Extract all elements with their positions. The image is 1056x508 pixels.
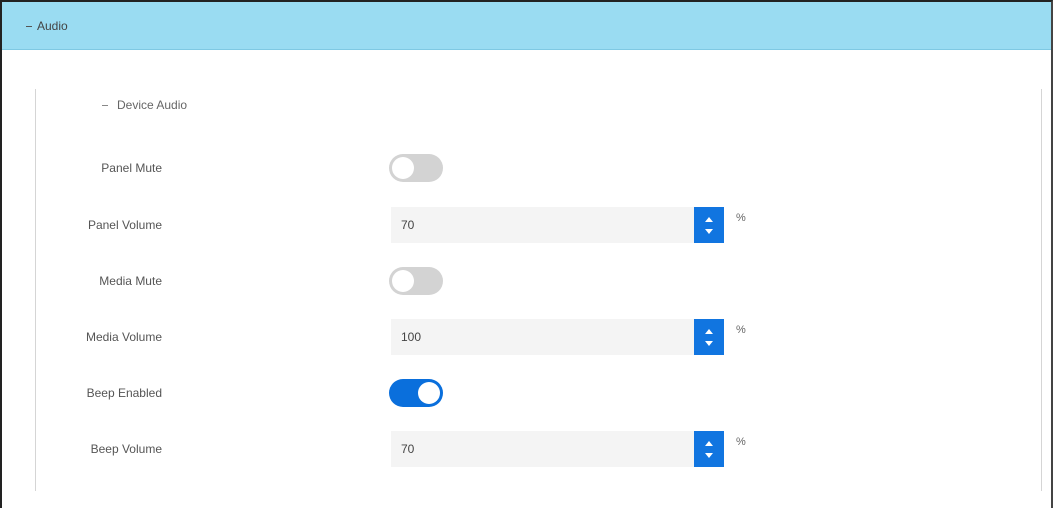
beep-volume-row: Beep Volume % (36, 431, 836, 467)
audio-panel-header: Audio (2, 2, 1051, 50)
beep-volume-label: Beep Volume (90, 442, 162, 456)
beep-enabled-row: Beep Enabled (36, 375, 836, 411)
audio-collapse-toggle[interactable]: Audio (26, 19, 68, 33)
panel-mute-toggle[interactable] (389, 154, 443, 182)
toggle-knob (418, 382, 440, 404)
media-mute-toggle[interactable] (389, 267, 443, 295)
media-volume-stepper[interactable] (694, 319, 724, 355)
panel-mute-row: Panel Mute (36, 150, 836, 186)
panel-volume-input[interactable] (391, 207, 694, 243)
panel-mute-label: Panel Mute (101, 161, 162, 175)
minus-icon (102, 104, 108, 106)
beep-volume-input[interactable] (391, 431, 694, 467)
media-volume-row: Media Volume % (36, 319, 836, 355)
device-audio-title: Device Audio (117, 98, 188, 112)
beep-volume-stepper[interactable] (694, 431, 724, 467)
beep-volume-unit: % (736, 436, 746, 448)
panel-volume-label: Panel Volume (87, 218, 162, 232)
media-mute-row: Media Mute (36, 263, 836, 299)
device-audio-collapse-toggle[interactable]: Device Audio (102, 98, 187, 112)
toggle-knob (392, 157, 414, 179)
arrow-down-icon[interactable] (705, 228, 713, 234)
arrow-up-icon[interactable] (705, 328, 713, 334)
media-volume-input[interactable] (391, 319, 694, 355)
media-volume-spinner (391, 319, 724, 355)
arrow-down-icon[interactable] (705, 452, 713, 458)
device-audio-section: Device Audio Panel Mute Panel Volume % M… (35, 89, 1042, 491)
arrow-down-icon[interactable] (705, 340, 713, 346)
media-volume-label: Media Volume (85, 330, 162, 344)
audio-panel-title: Audio (37, 19, 68, 33)
panel-volume-unit: % (736, 212, 746, 224)
beep-enabled-label: Beep Enabled (86, 386, 162, 400)
panel-volume-spinner (391, 207, 724, 243)
arrow-up-icon[interactable] (705, 216, 713, 222)
beep-volume-spinner (391, 431, 724, 467)
media-volume-unit: % (736, 324, 746, 336)
panel-volume-stepper[interactable] (694, 207, 724, 243)
arrow-up-icon[interactable] (705, 440, 713, 446)
media-mute-label: Media Mute (99, 274, 162, 288)
minus-icon (26, 25, 32, 27)
beep-enabled-toggle[interactable] (389, 379, 443, 407)
toggle-knob (392, 270, 414, 292)
panel-volume-row: Panel Volume % (36, 207, 836, 243)
